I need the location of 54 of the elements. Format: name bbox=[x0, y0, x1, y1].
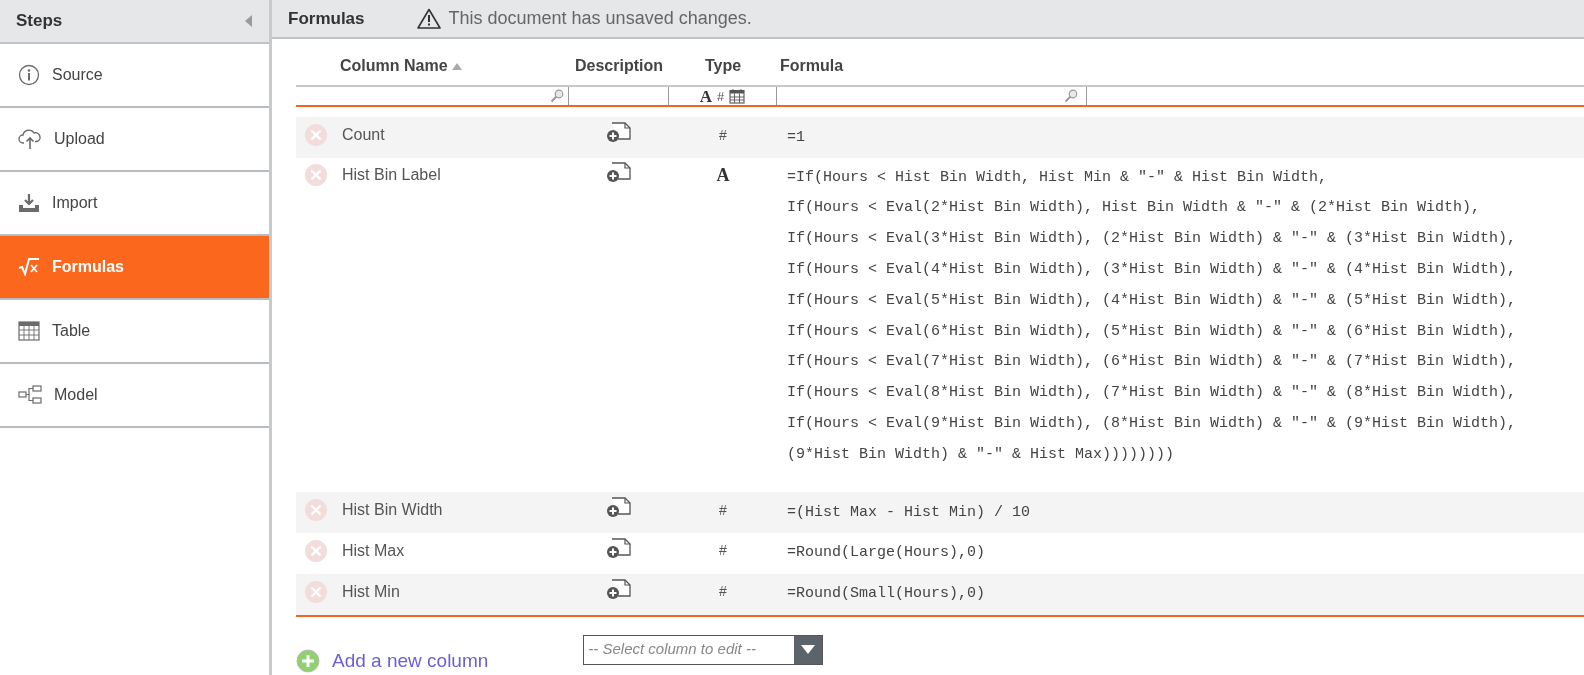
formula-line: =Round(Large(Hours),0) bbox=[787, 543, 986, 564]
formula-line: If(Hours < Eval(6*Hist Bin Width), (5*Hist Bin Width) & "-" & (6*Hist Bin Width), bbox=[787, 321, 1517, 342]
dropdown-icon bbox=[801, 645, 816, 654]
add-description-icon[interactable] bbox=[606, 497, 632, 520]
formula-line: =If(Hours < Hist Bin Width, Hist Min & "-" & Hist Bin Width, bbox=[787, 167, 1329, 188]
info-icon bbox=[18, 64, 40, 86]
sort-ascending-icon[interactable] bbox=[451, 62, 462, 71]
type-label: # bbox=[719, 500, 727, 520]
formula-line: If(Hours < Eval(4*Hist Bin Width), (3*Hist Bin Width) & "-" & (4*Hist Bin Width), bbox=[787, 259, 1517, 280]
column-name: Hist Bin Width bbox=[342, 500, 443, 521]
warning-icon bbox=[416, 8, 441, 30]
type-label: # bbox=[719, 541, 727, 561]
calendar-icon[interactable] bbox=[729, 88, 746, 105]
diagram-icon bbox=[18, 385, 42, 405]
number-type-option[interactable]: # bbox=[717, 89, 725, 103]
formula-line: If(Hours < Eval(9*Hist Bin Width), (8*Hist Bin Width) & "-" & (9*Hist Bin Width), bbox=[787, 413, 1517, 434]
text-type-option[interactable]: A bbox=[699, 87, 712, 105]
formula-line: (9*Hist Bin Width) & "-" & Hist Max)))))))) bbox=[787, 444, 1176, 465]
column-name: Hist Max bbox=[342, 540, 405, 561]
column-name: Hist Min bbox=[342, 581, 400, 602]
column-select[interactable]: -- Select column to edit -- bbox=[583, 634, 824, 665]
formula-line: =(Hist Max - Hist Min) / 10 bbox=[787, 502, 1031, 523]
column-header[interactable]: Formula bbox=[780, 57, 844, 75]
formula-line: If(Hours < Eval(3*Hist Bin Width), (2*Hist Bin Width) & "-" & (3*Hist Bin Width), bbox=[787, 229, 1517, 250]
add-description-icon[interactable] bbox=[606, 537, 632, 560]
add-column-button[interactable]: Add a new column bbox=[296, 646, 489, 675]
formula-line: If(Hours < Eval(5*Hist Bin Width), (4*Hist Bin Width) & "-" & (5*Hist Bin Width), bbox=[787, 290, 1517, 311]
formula-line: =Round(Small(Hours),0) bbox=[787, 584, 986, 605]
column-name: Count bbox=[342, 125, 385, 146]
type-label: # bbox=[719, 582, 727, 602]
formula-line: If(Hours < Eval(2*Hist Bin Width), Hist Bin Width & "-" & (2*Hist Bin Width), bbox=[787, 198, 1482, 219]
search-icon bbox=[550, 89, 564, 104]
collapse-icon[interactable] bbox=[245, 15, 253, 27]
cloud-upload-icon bbox=[18, 128, 42, 150]
page-title: Formulas bbox=[288, 7, 365, 30]
download-icon bbox=[18, 193, 40, 213]
add-description-icon[interactable] bbox=[606, 122, 632, 145]
type-label: # bbox=[719, 125, 727, 145]
table-icon bbox=[18, 321, 40, 341]
type-label: A bbox=[716, 163, 730, 187]
type-filter[interactable]: A # bbox=[669, 87, 777, 106]
formula-line: If(Hours < Eval(7*Hist Bin Width), (6*Hist Bin Width) & "-" & (7*Hist Bin Width), bbox=[787, 352, 1517, 373]
sidebar-title: Steps bbox=[16, 10, 63, 33]
column-header[interactable]: Type bbox=[704, 57, 742, 75]
unsaved-warning: This document has unsaved changes. bbox=[448, 7, 752, 31]
formula-line: If(Hours < Eval(8*Hist Bin Width), (7*Hist Bin Width) & "-" & (8*Hist Bin Width), bbox=[787, 383, 1517, 404]
formula-line: =1 bbox=[787, 127, 805, 148]
add-description-icon[interactable] bbox=[606, 578, 632, 601]
column-name: Hist Bin Label bbox=[342, 165, 441, 186]
add-description-icon[interactable] bbox=[606, 162, 632, 185]
column-header[interactable]: Column Name bbox=[340, 54, 448, 79]
search-icon bbox=[1064, 89, 1078, 104]
column-header[interactable]: Description bbox=[575, 57, 663, 75]
square-root-icon bbox=[18, 258, 40, 276]
